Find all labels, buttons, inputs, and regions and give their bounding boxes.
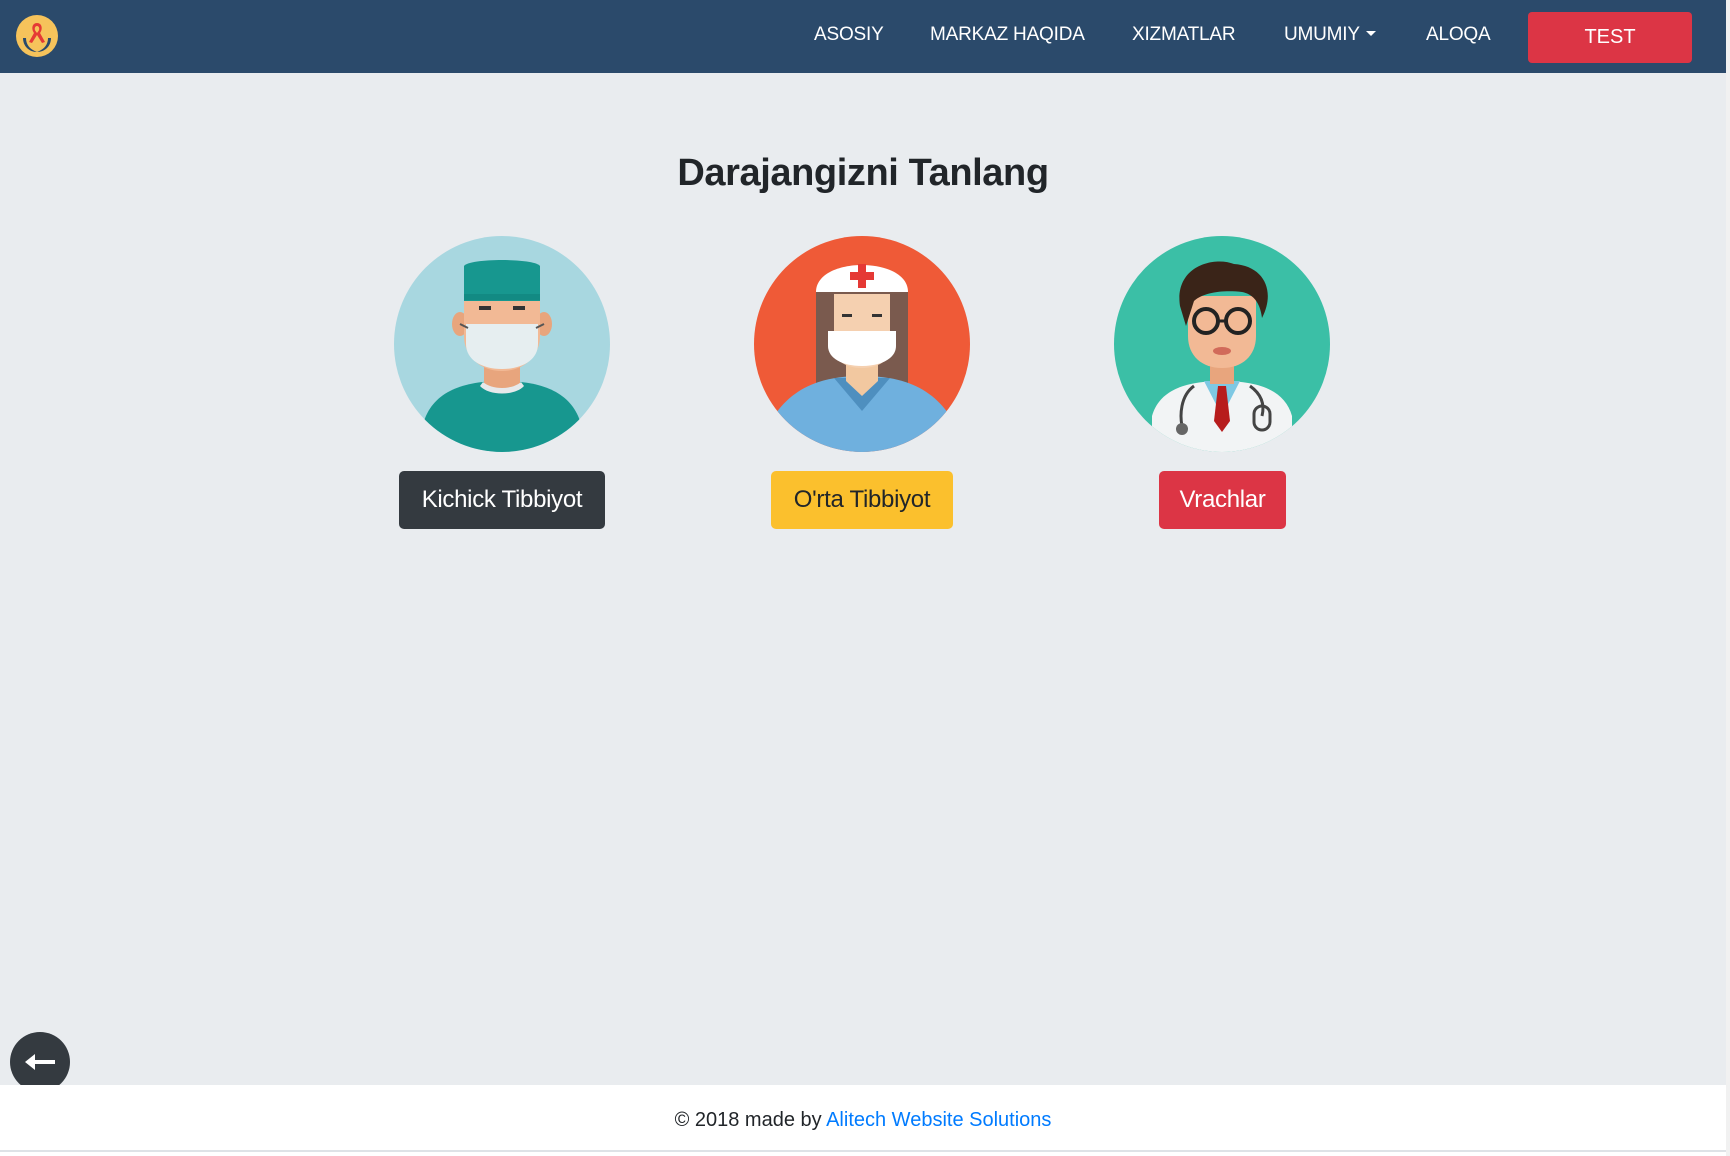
caret-down-icon (1365, 31, 1376, 36)
footer-company-link[interactable]: Alitech Website Solutions (826, 1109, 1051, 1131)
page: ASOSIY MARKAZ HAQIDA XIZMATLAR UMUMIY AL… (0, 0, 1730, 1156)
doctor-avatar-icon[interactable] (1114, 236, 1330, 452)
level-button-kichick-tibbiyot[interactable]: Kichick Tibbiyot (399, 471, 605, 529)
main-content: Darajangizni Tanlang Kichick Tibbiyot O'… (0, 73, 1726, 1085)
ribbon-hands-logo-icon[interactable] (15, 14, 59, 58)
footer: © 2018 made by Alitech Website Solutions (0, 1085, 1726, 1152)
footer-copyright: © 2018 made by (674, 1109, 822, 1131)
nurse-avatar-icon[interactable] (754, 236, 970, 452)
level-button-orta-tibbiyot[interactable]: O'rta Tibbiyot (771, 471, 953, 529)
nav-link-xizmatlar[interactable]: XIZMATLAR (1132, 24, 1236, 46)
navbar: ASOSIY MARKAZ HAQIDA XIZMATLAR UMUMIY AL… (0, 0, 1726, 73)
scrollbar[interactable] (1726, 0, 1730, 1156)
nav-dropdown-umumiy[interactable]: UMUMIY (1284, 24, 1376, 46)
level-button-vrachlar[interactable]: Vrachlar (1159, 471, 1286, 529)
nav-link-asosiy[interactable]: ASOSIY (814, 24, 884, 46)
back-button[interactable] (10, 1032, 70, 1092)
surgeon-avatar-icon[interactable] (394, 236, 610, 452)
nav-link-markaz-haqida[interactable]: MARKAZ HAQIDA (930, 24, 1085, 46)
page-title: Darajangizni Tanlang (677, 152, 1049, 194)
nav-link-aloqa[interactable]: ALOQA (1426, 24, 1491, 46)
arrow-left-icon (25, 1054, 55, 1070)
nav-dropdown-label: UMUMIY (1284, 24, 1360, 45)
test-button[interactable]: TEST (1528, 12, 1692, 63)
footer-credits: © 2018 made by Alitech Website Solutions (0, 1109, 1726, 1132)
